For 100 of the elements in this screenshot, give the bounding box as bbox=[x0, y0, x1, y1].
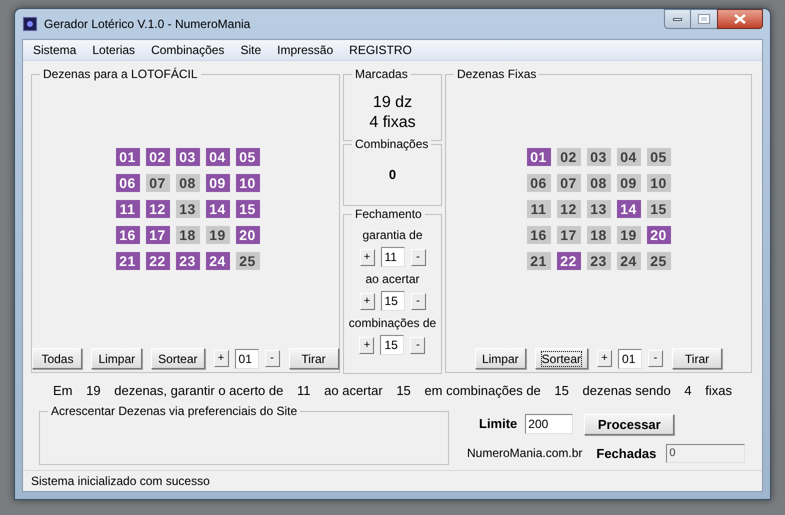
number-tile[interactable]: 19 bbox=[206, 226, 230, 244]
number-tile[interactable]: 07 bbox=[556, 174, 580, 192]
number-tile[interactable]: 19 bbox=[616, 226, 640, 244]
number-field[interactable]: 01 bbox=[618, 348, 642, 368]
number-tile[interactable]: 06 bbox=[116, 174, 140, 192]
number-tile[interactable]: 24 bbox=[616, 252, 640, 270]
number-tile[interactable]: 01 bbox=[116, 148, 140, 166]
action-button[interactable]: Limpar bbox=[474, 348, 526, 369]
menu-item[interactable]: REGISTRO bbox=[349, 41, 412, 59]
summary-text: fixas bbox=[705, 382, 732, 400]
number-field[interactable]: 15 bbox=[380, 335, 404, 355]
number-tile[interactable]: 14 bbox=[206, 200, 230, 218]
close-button[interactable] bbox=[717, 9, 763, 29]
process-button[interactable]: Processar bbox=[584, 414, 674, 434]
closed-label: Fechadas bbox=[596, 444, 656, 462]
number-tile[interactable]: 17 bbox=[556, 226, 580, 244]
number-tile[interactable]: 05 bbox=[236, 148, 260, 166]
number-tile[interactable]: 10 bbox=[646, 174, 670, 192]
number-field[interactable]: 01 bbox=[234, 348, 259, 368]
number-field[interactable]: 15 bbox=[380, 291, 404, 311]
plus-button[interactable]: + bbox=[214, 350, 229, 367]
number-tile[interactable]: 11 bbox=[526, 200, 550, 218]
summary-text: em combinações de bbox=[424, 382, 541, 400]
limit-field[interactable]: 200 bbox=[525, 414, 574, 434]
number-tile[interactable]: 04 bbox=[616, 148, 640, 166]
number-tile[interactable]: 21 bbox=[116, 252, 140, 270]
number-tile[interactable]: 14 bbox=[616, 200, 640, 218]
group-title: Dezenas para a LOTOFÁCIL bbox=[40, 67, 201, 81]
number-tile[interactable]: 22 bbox=[146, 252, 170, 270]
number-tile[interactable]: 08 bbox=[586, 174, 610, 192]
field-label: garantia de bbox=[362, 227, 423, 243]
number-tile[interactable]: 18 bbox=[586, 226, 610, 244]
plus-button[interactable]: + bbox=[360, 292, 374, 310]
action-button[interactable]: Tirar bbox=[288, 348, 339, 369]
field-label: combinações de bbox=[348, 315, 436, 331]
number-tile[interactable]: 15 bbox=[646, 200, 670, 218]
number-tile[interactable]: 25 bbox=[236, 252, 260, 270]
number-tile[interactable]: 03 bbox=[586, 148, 610, 166]
combination-count: 0 bbox=[388, 166, 396, 184]
minus-button[interactable]: - bbox=[410, 292, 426, 310]
number-tile[interactable]: 23 bbox=[176, 252, 200, 270]
number-tile[interactable]: 18 bbox=[176, 226, 200, 244]
minimize-button[interactable] bbox=[664, 9, 691, 29]
number-tile[interactable]: 20 bbox=[236, 226, 260, 244]
number-tile[interactable]: 07 bbox=[146, 174, 170, 192]
number-tile[interactable]: 03 bbox=[176, 148, 200, 166]
action-button[interactable]: Sortear bbox=[151, 348, 205, 369]
summary-text: ao acertar bbox=[324, 382, 383, 400]
minus-button[interactable]: - bbox=[648, 350, 664, 367]
action-button[interactable]: Limpar bbox=[91, 348, 142, 369]
summary-text: 15 bbox=[396, 382, 411, 400]
number-tile[interactable]: 25 bbox=[646, 252, 670, 270]
summary-text: dezenas, garantir o acerto de bbox=[114, 382, 284, 400]
field-label: ao acertar bbox=[365, 271, 420, 287]
number-tile[interactable]: 12 bbox=[146, 200, 170, 218]
close-icon bbox=[734, 14, 746, 24]
number-tile[interactable]: 23 bbox=[586, 252, 610, 270]
number-tile[interactable]: 02 bbox=[556, 148, 580, 166]
menu-item[interactable]: Loterias bbox=[92, 41, 136, 59]
minus-button[interactable]: - bbox=[264, 350, 280, 367]
status-text: Sistema inicializado com sucesso bbox=[31, 473, 210, 490]
number-tile[interactable]: 09 bbox=[616, 174, 640, 192]
marked-count: 19 dz bbox=[372, 92, 412, 112]
number-tile[interactable]: 16 bbox=[526, 226, 550, 244]
action-button[interactable]: Tirar bbox=[672, 348, 722, 369]
number-tile[interactable]: 08 bbox=[176, 174, 200, 192]
menu-item[interactable]: Combinações bbox=[151, 41, 224, 59]
minus-button[interactable]: - bbox=[410, 336, 426, 354]
number-tile[interactable]: 06 bbox=[526, 174, 550, 192]
number-tile[interactable]: 16 bbox=[116, 226, 140, 244]
number-tile[interactable]: 02 bbox=[146, 148, 170, 166]
plus-button[interactable]: + bbox=[359, 336, 374, 354]
plus-button[interactable]: + bbox=[597, 350, 612, 367]
number-tile[interactable]: 22 bbox=[556, 252, 580, 270]
number-tile[interactable]: 05 bbox=[646, 148, 670, 166]
number-tile[interactable]: 01 bbox=[526, 148, 550, 166]
number-tile[interactable]: 13 bbox=[586, 200, 610, 218]
number-tile[interactable]: 15 bbox=[236, 200, 260, 218]
number-tile[interactable]: 21 bbox=[526, 252, 550, 270]
menu-item[interactable]: Impressão bbox=[277, 41, 334, 59]
number-tile[interactable]: 24 bbox=[206, 252, 230, 270]
number-field[interactable]: 11 bbox=[380, 247, 404, 267]
number-tile[interactable]: 10 bbox=[236, 174, 260, 192]
minus-button[interactable]: - bbox=[410, 248, 426, 266]
number-tile[interactable]: 20 bbox=[646, 226, 670, 244]
summary-text: 11 bbox=[297, 382, 310, 400]
group-title: Dezenas Fixas bbox=[454, 67, 540, 81]
maximize-button[interactable] bbox=[691, 9, 717, 29]
action-button[interactable]: Todas bbox=[32, 348, 82, 369]
menu-item[interactable]: Site bbox=[240, 41, 262, 59]
number-tile[interactable]: 17 bbox=[146, 226, 170, 244]
number-tile[interactable]: 04 bbox=[206, 148, 230, 166]
number-tile[interactable]: 12 bbox=[556, 200, 580, 218]
number-tile[interactable]: 09 bbox=[206, 174, 230, 192]
action-button[interactable]: Sortear bbox=[534, 348, 588, 369]
menu-item[interactable]: Sistema bbox=[33, 41, 76, 59]
site-link[interactable]: NumeroMania.com.br bbox=[467, 444, 582, 462]
plus-button[interactable]: + bbox=[360, 248, 374, 266]
number-tile[interactable]: 13 bbox=[176, 200, 200, 218]
number-tile[interactable]: 11 bbox=[116, 200, 140, 218]
